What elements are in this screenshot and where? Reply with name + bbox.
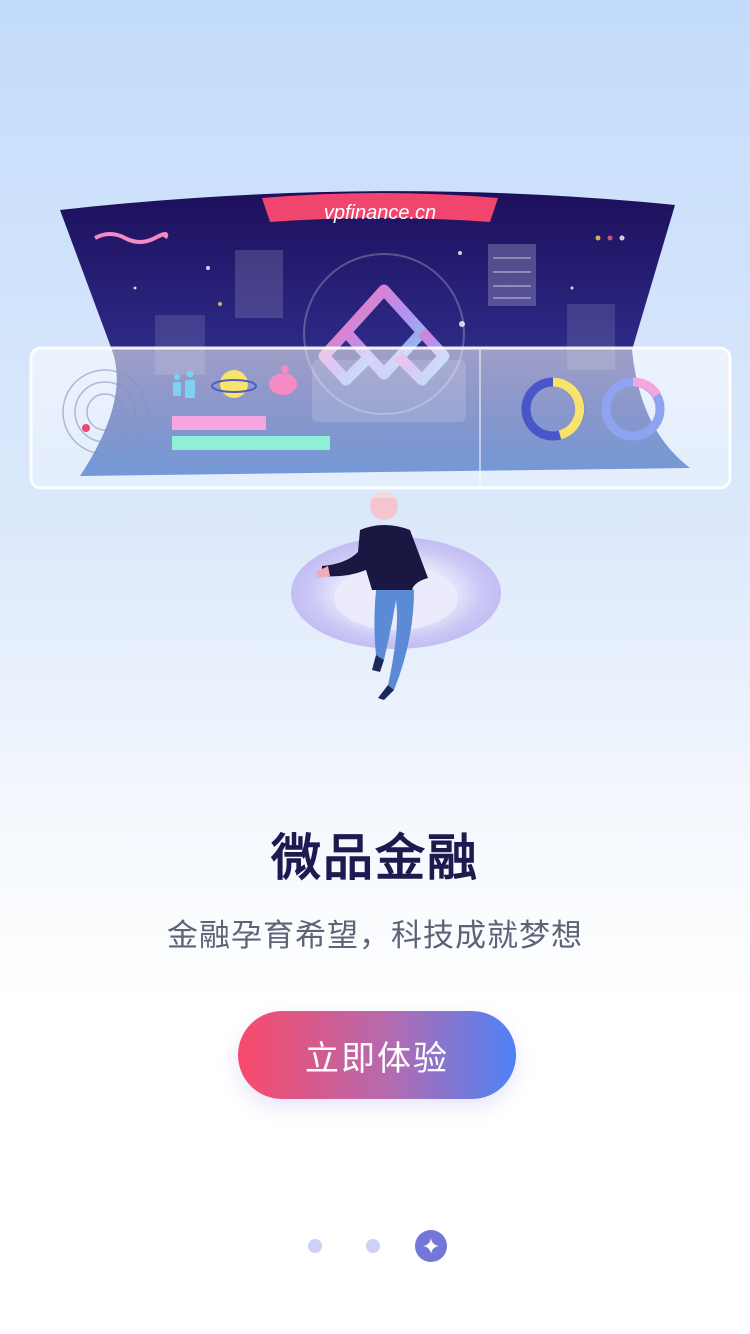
app-title: 微品金融 <box>271 829 479 887</box>
hero-illustration: vpfinance.cn <box>29 191 732 700</box>
experience-now-button[interactable]: 立即体验 <box>238 1011 516 1099</box>
page-indicator <box>0 1228 750 1264</box>
bar-pink <box>172 416 266 430</box>
sparkle-icon <box>423 1238 439 1254</box>
app-slogan: 金融孕育希望，科技成就梦想 <box>167 918 583 954</box>
banner-text: vpfinance.cn <box>324 202 436 224</box>
page-dot-2[interactable] <box>366 1239 380 1253</box>
page-dot-1[interactable] <box>308 1239 322 1253</box>
glass-panel <box>29 346 732 490</box>
page-dot-3-active[interactable] <box>415 1230 447 1262</box>
bar-mint <box>172 436 330 450</box>
